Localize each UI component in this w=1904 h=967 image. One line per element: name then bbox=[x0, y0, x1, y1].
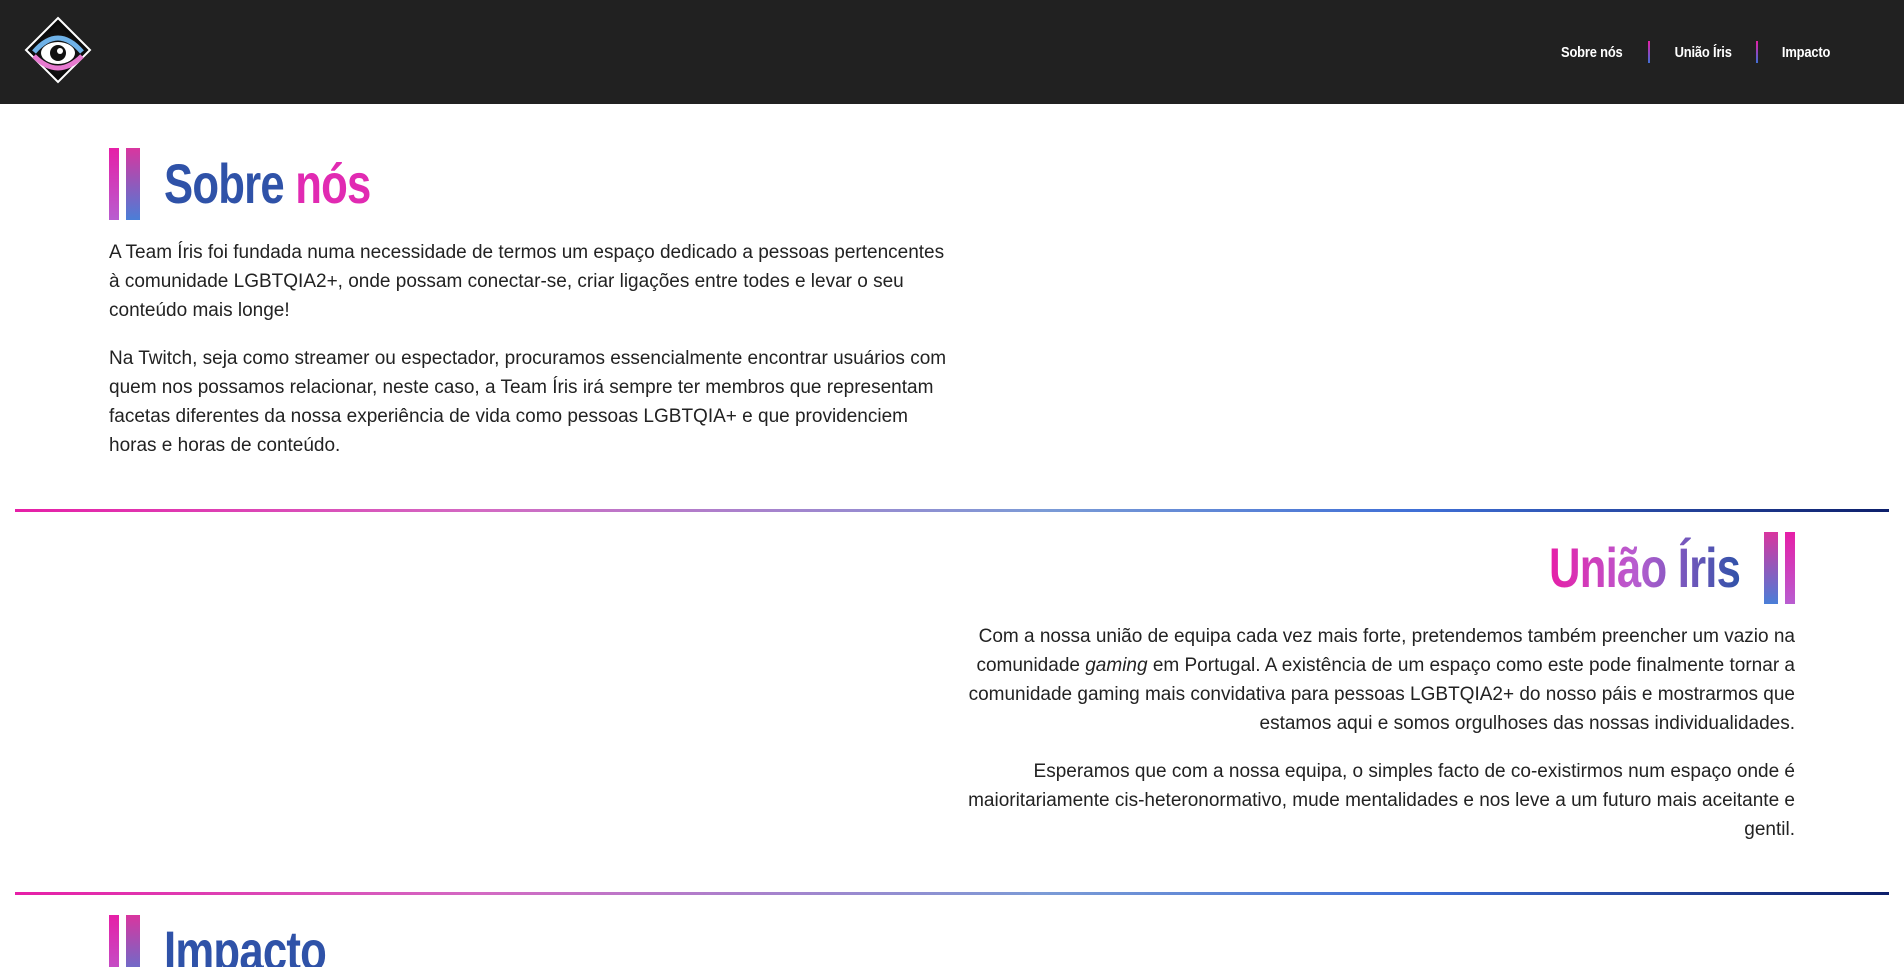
heading-bars-decoration bbox=[1764, 532, 1795, 604]
heading-bars-decoration bbox=[109, 915, 140, 967]
union-title: União Íris bbox=[1549, 532, 1741, 604]
about-section: Sobre nós A Team Íris foi fundada numa n… bbox=[0, 0, 1904, 510]
union-paragraph-2: Esperamos que com a nossa equipa, o simp… bbox=[968, 761, 1795, 840]
union-section: União Íris Com a nossa união de equipa c… bbox=[0, 512, 1904, 892]
about-paragraph-1: A Team Íris foi fundada numa necessidade… bbox=[109, 242, 945, 321]
about-title: Sobre nós bbox=[164, 148, 371, 220]
about-paragraph-2: Na Twitch, seja como streamer ou especta… bbox=[109, 348, 947, 456]
heading-bars-decoration bbox=[109, 148, 140, 220]
about-title-word-2: nós bbox=[295, 152, 371, 215]
about-title-word-1: Sobre bbox=[164, 152, 285, 215]
impact-title: Impacto bbox=[164, 919, 327, 967]
impact-section: Impacto bbox=[0, 895, 1904, 967]
union-paragraph-1: Com a nossa união de equipa cada vez mai… bbox=[968, 626, 1795, 734]
